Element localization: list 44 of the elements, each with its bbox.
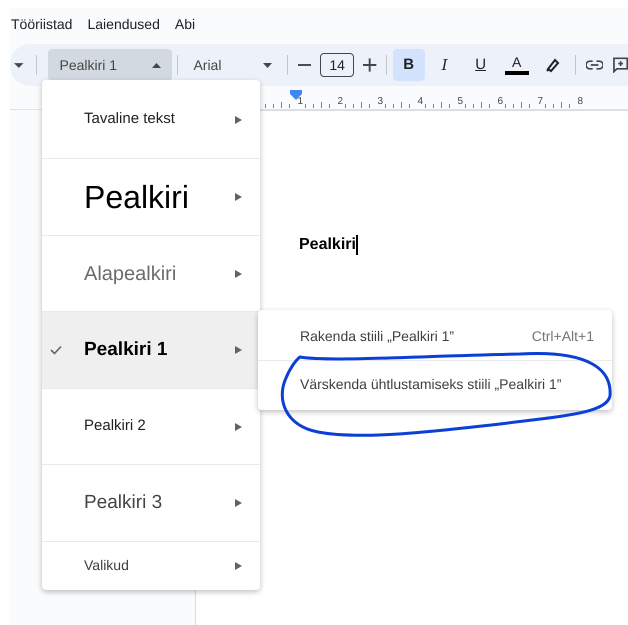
style-dropdown[interactable]: Pealkiri 1 [48,49,172,81]
caret-down-icon [262,62,272,68]
submenu-arrow-icon [235,193,242,201]
style-menu-item[interactable]: Pealkiri [42,158,260,235]
ruler-number: 2 [337,96,343,108]
style-menu-item[interactable]: Pealkiri 1 [42,311,260,388]
heading-text: Pealkiri [299,235,356,255]
style-menu-item[interactable]: Valikud [42,541,260,589]
ruler-number: 5 [457,96,463,108]
checkmark-icon [50,345,62,355]
ruler-number: 8 [577,96,583,108]
italic-button[interactable]: I [428,49,461,81]
minus-icon[interactable] [298,64,311,66]
submenu-arrow-icon [235,562,242,570]
submenu-item[interactable]: Rakenda stiili „Pealkiri 1” Ctrl+Alt+1 [258,312,612,360]
submenu-item[interactable]: Värskenda ühtlustamiseks stiili „Pealkiri 1” [258,360,612,408]
highlighter-icon[interactable] [544,57,561,73]
submenu-arrow-icon [235,270,242,278]
submenu-arrow-icon [235,346,242,354]
menu-item[interactable]: Laiendused [87,14,160,34]
submenu-arrow-icon [235,499,242,507]
shortcut-text: Ctrl+Alt+1 [532,326,594,346]
font-size-field[interactable]: 14 [320,53,354,77]
ruler-number: 3 [377,96,383,108]
submenu-arrow-icon [235,116,242,124]
menu-item[interactable]: Tööriistad [11,14,72,34]
ruler-number: 6 [497,96,503,108]
text-cursor [356,235,358,255]
link-icon[interactable] [586,60,603,70]
bold-button[interactable]: B [392,49,425,81]
ruler-number: 4 [417,96,423,108]
ruler-number: 7 [537,96,543,108]
menu-item[interactable]: Abi [174,14,196,34]
text-color-button[interactable]: A [500,49,533,81]
style-menu-item[interactable]: Tavaline tekst [42,81,260,158]
underline-button[interactable]: U [464,49,497,81]
submenu-arrow-icon [235,422,242,430]
caret-icon [152,62,162,68]
caret-down-icon[interactable] [14,62,24,68]
font-dropdown[interactable]: Arial [183,49,282,81]
style-menu-item[interactable]: Pealkiri 3 [42,464,260,541]
plus-icon[interactable] [363,58,377,72]
ruler-number: 1 [297,96,303,108]
add-comment-icon[interactable] [612,57,628,73]
